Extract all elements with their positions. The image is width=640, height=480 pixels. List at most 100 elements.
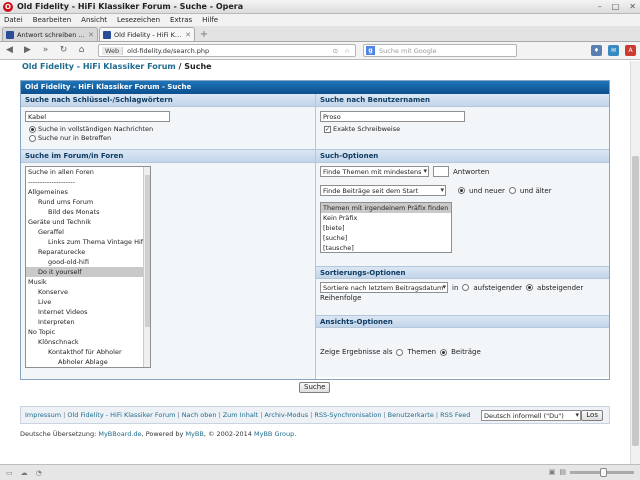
language-select[interactable]: Deutsch informell ("Du") <box>481 410 581 421</box>
page-scrollbar-thumb[interactable] <box>632 156 639 446</box>
footer-link-rss-feed[interactable]: RSS Feed <box>440 411 470 419</box>
prefix-option[interactable]: [tausche] <box>321 243 451 253</box>
forward-icon[interactable]: ▶ <box>22 45 33 56</box>
footer-link-rss-sync[interactable]: RSS-Synchronisation <box>314 411 381 419</box>
forum-option[interactable]: Musik <box>26 277 150 287</box>
footer-link-content[interactable]: Zum Inhalt <box>223 411 258 419</box>
show-posts-radio[interactable] <box>440 348 448 356</box>
ascending-radio[interactable] <box>462 284 470 291</box>
forum-option[interactable]: Allgemeines <box>26 187 150 197</box>
forum-option[interactable]: Reparaturecke <box>26 247 150 257</box>
menu-ansicht[interactable]: Ansicht <box>81 16 107 24</box>
date-select[interactable]: Finde Beiträge seit dem Start <box>320 185 446 196</box>
menu-extras[interactable]: Extras <box>170 16 192 24</box>
show-threads-radio[interactable] <box>396 348 404 356</box>
forum-option[interactable]: Do it yourself <box>26 267 150 277</box>
menu-datei[interactable]: Datei <box>4 16 23 24</box>
forum-select-list[interactable]: Suche in allen Foren --------------------… <box>25 166 151 368</box>
forum-option[interactable]: Kontakthof für Abholer <box>26 347 150 357</box>
view-icon[interactable]: ▣ <box>549 468 556 476</box>
close-window-button[interactable]: ✕ <box>629 2 636 11</box>
breadcrumb-forum-link[interactable]: Old Fidelity - HiFi Klassiker Forum <box>22 62 176 71</box>
panel-toggle-icon[interactable]: ▭ <box>6 469 13 477</box>
extension-icon[interactable]: ♦ <box>591 45 602 56</box>
fast-forward-icon[interactable]: » <box>40 45 51 56</box>
reload-icon[interactable]: ↻ <box>58 45 69 56</box>
back-icon[interactable]: ◀ <box>4 45 15 56</box>
prefix-option[interactable]: [biete] <box>321 223 451 233</box>
older-radio[interactable] <box>508 187 516 194</box>
forum-list-scrollbar[interactable] <box>143 167 150 367</box>
prefix-option[interactable]: [suche] <box>321 233 451 243</box>
forum-option[interactable]: Klönschnack <box>26 337 150 347</box>
tab-reply[interactable]: Antwort schreiben an De... ✕ <box>2 27 98 41</box>
close-tab-icon[interactable]: ✕ <box>185 31 191 39</box>
mail-icon[interactable]: ✉ <box>608 45 619 56</box>
web-search-input[interactable]: g Suche mit Google <box>363 44 517 57</box>
footer-link-impressum[interactable]: Impressum <box>25 411 61 419</box>
keywords-input[interactable]: Kabel <box>25 111 170 122</box>
forum-option[interactable]: good-old-hifi <box>26 257 150 267</box>
copyright-end: . <box>294 430 297 438</box>
turbo-icon[interactable]: ◔ <box>36 469 42 477</box>
search-form: Old Fidelity - HiFi Klassiker Forum - Su… <box>20 80 610 380</box>
mybb-group-link[interactable]: MyBB Group <box>254 430 294 438</box>
forum-option[interactable]: Bild des Monats <box>26 207 150 217</box>
language-go-button[interactable]: Los <box>581 410 603 421</box>
image-icon[interactable]: ▤ <box>559 468 566 476</box>
forum-option[interactable]: Konserve <box>26 287 150 297</box>
home-icon[interactable]: ⌂ <box>76 45 87 56</box>
google-icon[interactable]: g <box>366 46 375 55</box>
username-input[interactable]: Proso <box>320 111 465 122</box>
exact-checkbox[interactable]: ✓ <box>324 125 331 133</box>
rss-star-icon[interactable]: ⊙ ☆ <box>333 47 352 55</box>
tab-search[interactable]: Old Fidelity - HiFi Klassike... ✕ <box>99 27 195 41</box>
forum-option[interactable]: Geräte und Technik <box>26 217 150 227</box>
prefix-option[interactable]: Themen mit irgendeinem Präfix finden <box>321 203 451 213</box>
forum-option[interactable]: Interpreten <box>26 317 150 327</box>
prefix-option[interactable]: Kein Präfix <box>321 213 451 223</box>
forum-option[interactable]: Suche in allen Foren <box>26 167 150 177</box>
url-text[interactable]: old-fidelity.de/search.php <box>127 47 328 55</box>
menu-bearbeiten[interactable]: Bearbeiten <box>33 16 71 24</box>
opera-logo-icon: O <box>3 1 13 12</box>
forum-option[interactable]: Geraffel <box>26 227 150 237</box>
footer-link-usermap[interactable]: Benutzerkarte <box>388 411 434 419</box>
search-titles-radio[interactable] <box>29 134 36 142</box>
forum-option[interactable]: Live <box>26 297 150 307</box>
footer-link-top[interactable]: Nach oben <box>182 411 217 419</box>
newer-radio[interactable] <box>458 187 465 194</box>
zoom-slider[interactable] <box>570 467 634 477</box>
menu-hilfe[interactable]: Hilfe <box>202 16 218 24</box>
forum-option[interactable]: No Topic <box>26 327 150 337</box>
abp-icon[interactable]: A <box>625 45 636 56</box>
descending-radio[interactable] <box>526 284 534 291</box>
zoom-slider-knob[interactable] <box>600 467 607 477</box>
forum-option[interactable]: Abholer Ablage <box>26 357 150 367</box>
forum-option[interactable]: Links zum Thema Vintage Hifi <box>26 237 150 247</box>
sort-heading: Sortierungs-Optionen <box>316 266 609 279</box>
forum-option[interactable]: -------------------- <box>26 177 150 187</box>
status-bar: ▭ ☁ ◔ ▣ ▤ <box>0 464 640 480</box>
forums-heading: Suche im Forum/in Foren <box>21 150 315 163</box>
close-tab-icon[interactable]: ✕ <box>88 31 94 39</box>
footer-link-forum[interactable]: Old Fidelity - HiFi Klassiker Forum <box>67 411 175 419</box>
submit-search-button[interactable]: Suche <box>299 382 331 393</box>
footer-link-archive[interactable]: Archiv-Modus <box>264 411 308 419</box>
menu-lesezeichen[interactable]: Lesezeichen <box>117 16 160 24</box>
minimize-button[interactable]: – <box>598 2 602 11</box>
sort-select[interactable]: Sortiere nach letztem Beitragsdatum <box>320 282 448 293</box>
mybb-link[interactable]: MyBB <box>185 430 203 438</box>
maximize-button[interactable]: □ <box>612 2 620 11</box>
search-full-radio[interactable] <box>29 125 36 133</box>
mybboard-link[interactable]: MyBBoard.de <box>98 430 141 438</box>
page-scrollbar[interactable] <box>630 61 640 464</box>
cloud-sync-icon[interactable]: ☁ <box>21 469 28 477</box>
prefix-select-list[interactable]: Themen mit irgendeinem Präfix finden Kei… <box>320 202 452 253</box>
new-tab-button[interactable]: + <box>198 29 210 41</box>
min-replies-select[interactable]: Finde Themen mit mindestens <box>320 166 429 177</box>
forum-option[interactable]: Rund ums Forum <box>26 197 150 207</box>
forum-option[interactable]: Internet Videos <box>26 307 150 317</box>
url-field[interactable]: Web old-fidelity.de/search.php ⊙ ☆ <box>98 44 356 57</box>
min-replies-input[interactable] <box>433 166 449 177</box>
